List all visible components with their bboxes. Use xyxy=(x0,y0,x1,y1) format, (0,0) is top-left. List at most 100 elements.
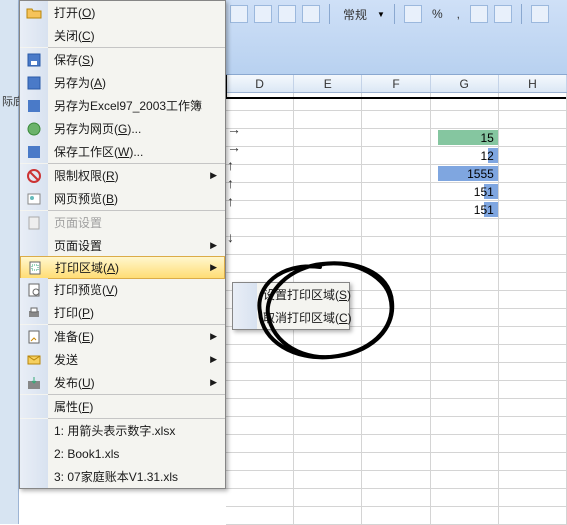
cell[interactable] xyxy=(431,399,499,416)
cell[interactable] xyxy=(431,237,499,254)
menu-prepare[interactable]: 准备(E)▶ xyxy=(20,325,225,348)
cell[interactable] xyxy=(294,111,362,128)
cell[interactable] xyxy=(226,399,294,416)
cell[interactable] xyxy=(499,273,567,290)
cell[interactable] xyxy=(226,363,294,380)
menu-saveas97[interactable]: 另存为Excel97_2003工作簿 xyxy=(20,94,225,117)
cell[interactable] xyxy=(362,363,430,380)
cell[interactable]: 151 xyxy=(431,201,499,218)
cell[interactable] xyxy=(294,471,362,488)
cell[interactable] xyxy=(499,237,567,254)
cell[interactable] xyxy=(294,345,362,362)
cell[interactable] xyxy=(431,345,499,362)
menu-close[interactable]: 关闭(C) xyxy=(20,24,225,47)
cell[interactable] xyxy=(294,489,362,506)
cell[interactable] xyxy=(362,93,430,110)
cell[interactable] xyxy=(226,93,294,110)
menu-page-setup[interactable]: 页面设置▶ xyxy=(20,234,225,257)
comma-btn[interactable]: , xyxy=(457,7,460,21)
cell[interactable] xyxy=(499,453,567,470)
cell[interactable] xyxy=(431,309,499,326)
cell[interactable] xyxy=(431,363,499,380)
column-header[interactable]: H xyxy=(499,75,567,92)
cell[interactable] xyxy=(431,255,499,272)
toolbar-btn[interactable] xyxy=(278,5,296,23)
submenu-clear-print-area[interactable]: 取消打印区域(C) xyxy=(233,306,349,329)
column-header[interactable]: F xyxy=(362,75,430,92)
cell[interactable] xyxy=(294,147,362,164)
column-header[interactable]: E xyxy=(294,75,362,92)
cell[interactable] xyxy=(226,507,294,524)
cell[interactable] xyxy=(226,471,294,488)
column-header[interactable]: G xyxy=(431,75,499,92)
cell[interactable] xyxy=(226,435,294,452)
cell[interactable] xyxy=(362,327,430,344)
cell[interactable] xyxy=(362,147,430,164)
menu-properties[interactable]: 属性(F) xyxy=(20,395,225,418)
menu-restrict[interactable]: 限制权限(R)▶ xyxy=(20,164,225,187)
cell[interactable] xyxy=(362,471,430,488)
cell[interactable] xyxy=(226,489,294,506)
cell[interactable] xyxy=(499,93,567,110)
cell[interactable] xyxy=(294,363,362,380)
menu-saveas-web[interactable]: 另存为网页(G)... xyxy=(20,117,225,140)
menu-publish[interactable]: 发布(U)▶ xyxy=(20,371,225,394)
toolbar-btn[interactable] xyxy=(531,5,549,23)
column-header[interactable]: D xyxy=(226,75,294,92)
cell[interactable] xyxy=(362,255,430,272)
menu-recent-2[interactable]: 2: Book1.xls xyxy=(20,442,225,465)
cell[interactable] xyxy=(226,255,294,272)
cell[interactable] xyxy=(294,237,362,254)
cell[interactable] xyxy=(499,363,567,380)
cell[interactable] xyxy=(362,399,430,416)
cell[interactable] xyxy=(294,219,362,236)
cell[interactable] xyxy=(499,111,567,128)
cell[interactable] xyxy=(362,417,430,434)
cell[interactable] xyxy=(499,345,567,362)
toolbar-btn[interactable] xyxy=(254,5,272,23)
cell[interactable]: 12 xyxy=(431,147,499,164)
cell[interactable] xyxy=(362,507,430,524)
cell[interactable] xyxy=(431,489,499,506)
toolbar-btn[interactable] xyxy=(230,5,248,23)
cell[interactable] xyxy=(294,183,362,200)
cell[interactable] xyxy=(499,219,567,236)
cell[interactable] xyxy=(499,381,567,398)
percent-btn[interactable]: % xyxy=(432,7,443,21)
cell[interactable] xyxy=(499,471,567,488)
cell[interactable] xyxy=(431,273,499,290)
menu-web-preview[interactable]: 网页预览(B) xyxy=(20,187,225,210)
cell[interactable] xyxy=(362,435,430,452)
cell[interactable] xyxy=(362,345,430,362)
cell[interactable] xyxy=(294,201,362,218)
menu-recent-3[interactable]: 3: 07家庭账本V1.31.xls xyxy=(20,465,225,488)
cell[interactable] xyxy=(499,435,567,452)
toolbar-btn[interactable] xyxy=(404,5,422,23)
cell[interactable] xyxy=(499,255,567,272)
menu-save-workspace[interactable]: 保存工作区(W)... xyxy=(20,140,225,163)
cell[interactable] xyxy=(431,453,499,470)
cell[interactable] xyxy=(294,435,362,452)
cell[interactable] xyxy=(431,111,499,128)
menu-print-area[interactable]: 打印区域(A)▶ xyxy=(20,256,225,279)
cell[interactable] xyxy=(499,309,567,326)
cell[interactable] xyxy=(294,453,362,470)
cell[interactable] xyxy=(499,147,567,164)
menu-open[interactable]: 打开(O) xyxy=(20,1,225,24)
menu-recent-1[interactable]: 1: 用箭头表示数字.xlsx xyxy=(20,419,225,442)
cell[interactable] xyxy=(499,489,567,506)
cell[interactable] xyxy=(362,111,430,128)
number-format-label[interactable]: 常规 xyxy=(343,6,367,23)
cell[interactable] xyxy=(362,489,430,506)
cell[interactable] xyxy=(499,507,567,524)
cell[interactable] xyxy=(362,165,430,182)
cell[interactable] xyxy=(362,453,430,470)
cell[interactable] xyxy=(431,417,499,434)
cell[interactable]: 151 xyxy=(431,183,499,200)
cell[interactable] xyxy=(499,165,567,182)
cell[interactable] xyxy=(499,183,567,200)
cell[interactable] xyxy=(362,219,430,236)
cell[interactable] xyxy=(294,255,362,272)
cell[interactable] xyxy=(431,381,499,398)
cell[interactable] xyxy=(294,93,362,110)
